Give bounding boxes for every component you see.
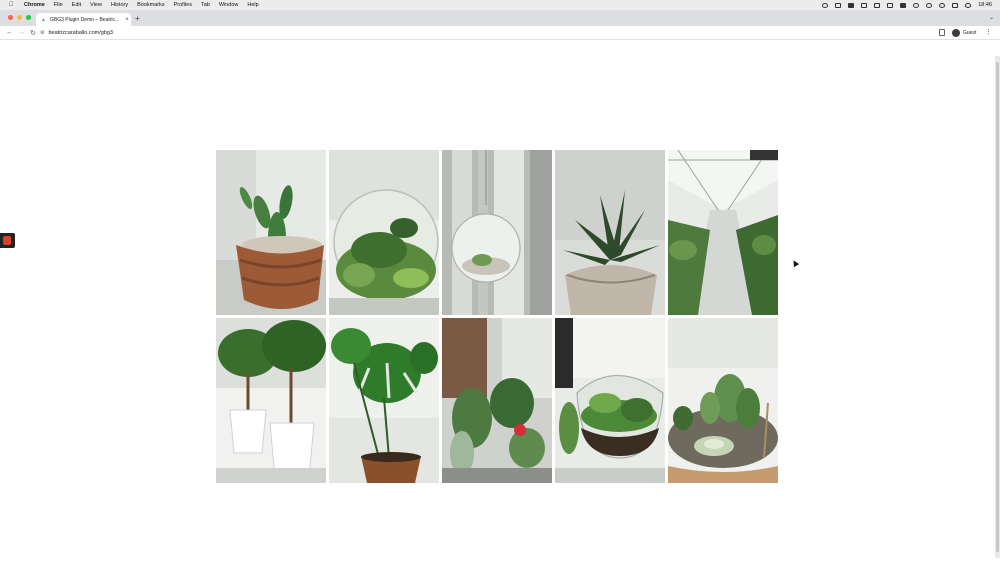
menu-edit[interactable]: Edit (72, 2, 81, 8)
gallery-image-greenhouse[interactable] (668, 150, 778, 315)
avatar-icon (952, 29, 960, 37)
scrollbar-thumb[interactable] (996, 62, 999, 552)
app-status-icon[interactable] (848, 2, 855, 8)
address-bar[interactable]: ⚙ beatrizcaraballo.com/gbg3 (40, 28, 933, 38)
tab-active[interactable]: ▲ GBG3 Plugin Demo – Beatric... × (36, 13, 131, 26)
photo-gallery (216, 150, 778, 484)
gallery-image-hanging-glass-orb[interactable] (442, 150, 552, 315)
menu-bookmarks[interactable]: Bookmarks (137, 2, 165, 8)
system-menu-bar:  Chrome File Edit View History Bookmark… (0, 0, 1000, 10)
tab-search-chevron-icon[interactable]: ⌄ (989, 14, 994, 21)
plugin-launcher-button[interactable] (0, 233, 15, 248)
glass-terrarium-photo (329, 150, 439, 315)
gallery-image-succulent-closeup[interactable] (668, 318, 778, 483)
tab-favicon-icon: ▲ (41, 16, 46, 23)
settings-status-icon[interactable] (822, 2, 829, 8)
input-icon[interactable] (887, 2, 894, 8)
page-scrollbar[interactable] (995, 56, 1000, 558)
plugin-logo-icon (3, 236, 11, 245)
profile-button[interactable]: Guest (952, 28, 976, 38)
tab-strip: ▲ GBG3 Plugin Demo – Beatric... × + ⌄ (0, 10, 1000, 26)
bluetooth-icon[interactable] (874, 2, 881, 8)
hanging-glass-orb-photo (442, 150, 552, 315)
gallery-image-bowl-terrarium[interactable] (555, 318, 665, 483)
window-controls (8, 15, 31, 20)
translate-icon[interactable] (939, 29, 945, 36)
menu-view[interactable]: View (90, 2, 102, 8)
cactus-pot-photo (216, 150, 326, 315)
menu-history[interactable]: History (111, 2, 128, 8)
url-text[interactable]: beatrizcaraballo.com/gbg3 (48, 30, 113, 36)
menu-file[interactable]: File (54, 2, 63, 8)
bowl-terrarium-photo (555, 318, 665, 483)
tab-title: GBG3 Plugin Demo – Beatric... (50, 16, 120, 23)
gallery-image-cactus-pot[interactable] (216, 150, 326, 315)
gallery-image-bonsai-trees[interactable] (216, 318, 326, 483)
gallery-image-cacti-collection[interactable] (442, 318, 552, 483)
wifi-icon[interactable] (913, 2, 920, 8)
volume-icon[interactable] (861, 2, 868, 8)
site-info-icon[interactable]: ⚙ (40, 30, 44, 36)
forward-arrow-icon[interactable]: → (18, 29, 25, 36)
close-window-icon[interactable] (8, 15, 13, 20)
zoom-window-icon[interactable] (26, 15, 31, 20)
gallery-image-glass-terrarium[interactable] (329, 150, 439, 315)
succulent-closeup-photo (668, 318, 778, 483)
menu-profiles[interactable]: Profiles (174, 2, 192, 8)
siri-icon[interactable] (965, 2, 972, 8)
browser-toolbar: ← → ↻ ⚙ beatrizcaraballo.com/gbg3 Guest … (0, 26, 1000, 40)
menu-tab[interactable]: Tab (201, 2, 210, 8)
apple-icon[interactable]:  (9, 2, 15, 8)
reload-icon[interactable]: ↻ (30, 29, 36, 37)
user-status-icon[interactable] (926, 2, 933, 8)
bonsai-trees-photo (216, 318, 326, 483)
menu-window[interactable]: Window (219, 2, 239, 8)
cacti-collection-photo (442, 318, 552, 483)
more-menu-icon[interactable]: ⋮ (985, 28, 992, 36)
tab-close-icon[interactable]: × (123, 17, 131, 23)
battery-icon[interactable] (900, 2, 907, 8)
gallery-image-zebra-succulent[interactable] (555, 150, 665, 315)
profile-label: Guest (963, 30, 977, 36)
zebra-succulent-photo (555, 150, 665, 315)
status-icons: 18:46 (822, 0, 992, 10)
menu-clock[interactable]: 18:46 (978, 2, 992, 8)
new-tab-icon[interactable]: + (135, 14, 140, 23)
greenhouse-photo (668, 150, 778, 315)
control-center-icon[interactable] (952, 2, 959, 8)
gallery-image-monstera[interactable] (329, 318, 439, 483)
minimize-window-icon[interactable] (17, 15, 22, 20)
monstera-photo (329, 318, 439, 483)
search-icon[interactable] (939, 2, 946, 8)
back-arrow-icon[interactable]: ← (6, 29, 13, 36)
window-status-icon[interactable] (835, 2, 842, 8)
menu-app-name[interactable]: Chrome (24, 2, 45, 8)
menu-help[interactable]: Help (247, 2, 258, 8)
